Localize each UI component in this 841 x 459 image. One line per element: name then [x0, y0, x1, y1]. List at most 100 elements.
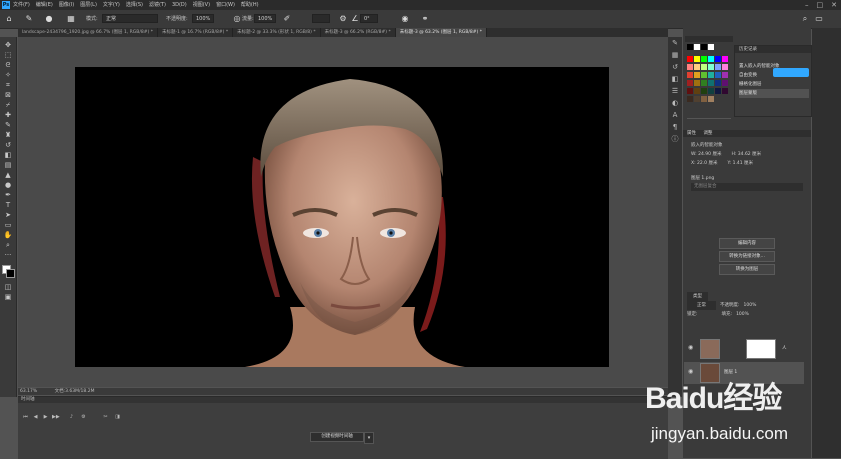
prev-frame-icon[interactable]: ◀ — [32, 414, 39, 420]
close-icon[interactable]: ✕ — [831, 1, 837, 9]
split-icon[interactable]: ✂ — [102, 414, 109, 420]
crop-tool-icon[interactable]: ⌗ — [3, 81, 13, 90]
screen-mode-icon[interactable]: ▣ — [3, 293, 13, 302]
quick-mask-icon[interactable]: ◫ — [3, 283, 13, 292]
angle-input[interactable]: 0° — [360, 14, 378, 23]
layer-row-selected[interactable]: ◉ 图层 1 — [684, 362, 804, 384]
background-color-swatch[interactable] — [6, 269, 15, 278]
blend-mode-select[interactable]: 正常 — [687, 301, 716, 310]
height-readout[interactable]: H: 34.62 厘米 — [731, 150, 761, 159]
properties-icon[interactable]: ☰ — [670, 87, 680, 96]
home-icon[interactable]: ⌂ — [4, 14, 14, 24]
gradient-tool-icon[interactable]: ▤ — [3, 161, 13, 170]
layer-name[interactable]: 人 — [782, 338, 787, 360]
path-select-tool-icon[interactable]: ➤ — [3, 211, 13, 220]
chevron-down-icon[interactable]: ▾ — [364, 432, 374, 444]
flow-input[interactable]: 100% — [254, 14, 276, 23]
brush-tool-icon[interactable]: ✎ — [3, 121, 13, 130]
fill-input[interactable]: 100% — [736, 310, 749, 319]
first-frame-icon[interactable]: ⏮ — [22, 414, 29, 420]
layer-comp-select[interactable]: 无图层复合 — [691, 183, 803, 191]
hand-tool-icon[interactable]: ✋ — [3, 231, 13, 240]
kind-filter[interactable]: 类型 — [687, 292, 708, 301]
pressure-opacity-icon[interactable]: ◎ — [232, 14, 242, 24]
tab-properties[interactable]: 属性 — [687, 131, 696, 136]
move-tool-icon[interactable]: ✥ — [3, 41, 13, 50]
workspace-icon[interactable]: ▭ — [814, 14, 824, 24]
tab-landscape[interactable]: landscape-2434796_1920.jpg @ 66.7% (图层 1… — [18, 28, 158, 37]
zoom-tool-icon[interactable]: ⌕ — [3, 241, 13, 250]
gear-icon[interactable]: ⚙ — [338, 14, 348, 24]
brush-settings-icon[interactable]: ✎ — [670, 39, 680, 48]
layer-opacity-input[interactable]: 100% — [744, 301, 757, 310]
brush-preset-icon[interactable]: ● — [44, 14, 54, 24]
width-readout[interactable]: W: 24.90 厘米 — [691, 150, 721, 159]
settings-icon[interactable]: ⚙ — [80, 414, 87, 420]
airbrush-icon[interactable]: ✐ — [282, 14, 292, 24]
convert-to-linked-button[interactable]: 转换为链接对象... — [719, 251, 775, 262]
menu-3d[interactable]: 3D(D) — [172, 1, 187, 9]
history-icon[interactable]: ↺ — [670, 63, 680, 72]
opacity-input[interactable]: 100% — [192, 14, 214, 23]
menu-edit[interactable]: 编辑(E) — [36, 1, 53, 9]
symmetry-icon[interactable]: ⚭ — [420, 14, 430, 24]
menu-image[interactable]: 图像(I) — [59, 1, 74, 9]
tab-adjustments[interactable]: 调整 — [703, 131, 712, 136]
blur-tool-icon[interactable]: ▲ — [3, 171, 13, 180]
marquee-tool-icon[interactable]: ⬚ — [3, 51, 13, 60]
dodge-tool-icon[interactable]: ● — [3, 181, 13, 190]
audio-icon[interactable]: ♪ — [68, 414, 75, 420]
tab-untitled-3a[interactable]: 未标题-3 @ 66.2% (RGB/8#) * — [321, 28, 396, 37]
layer-mask-thumbnail[interactable] — [746, 339, 776, 359]
swatches-grid[interactable] — [685, 36, 733, 126]
history-item-selected[interactable]: 图层蒙版 — [739, 89, 809, 98]
minimize-icon[interactable]: – — [805, 1, 809, 9]
more-tools-icon[interactable]: ··· — [3, 251, 13, 260]
lasso-tool-icon[interactable]: ᘓ — [3, 61, 13, 70]
menu-window[interactable]: 窗口(W) — [216, 1, 235, 9]
maximize-icon[interactable]: □ — [817, 1, 824, 9]
menu-view[interactable]: 视图(V) — [193, 1, 210, 9]
document-canvas[interactable] — [75, 67, 609, 367]
quick-select-tool-icon[interactable]: ✧ — [3, 71, 13, 80]
pen-tool-icon[interactable]: ✒ — [3, 191, 13, 200]
menu-type[interactable]: 文字(Y) — [103, 1, 120, 9]
type-tool-icon[interactable]: T — [3, 201, 13, 210]
brush-tool-icon[interactable]: ✎ — [24, 14, 34, 24]
history-item[interactable]: 栅格化图层 — [739, 80, 762, 89]
history-brush-tool-icon[interactable]: ↺ — [3, 141, 13, 150]
eyedropper-tool-icon[interactable]: ⌿ — [3, 101, 13, 110]
eraser-tool-icon[interactable]: ◧ — [3, 151, 13, 160]
tab-untitled-2[interactable]: 未标题-2 @ 33.3% (形状 1, RGB/8) * — [233, 28, 321, 37]
brush-panel-icon[interactable]: ▦ — [66, 14, 76, 24]
swatches-icon[interactable]: ▦ — [670, 51, 680, 60]
tab-untitled-1[interactable]: 未标题-1 @ 16.7% (RGB/8#) * — [158, 28, 234, 37]
next-frame-icon[interactable]: ▶▶ — [52, 414, 60, 420]
layer-name[interactable]: 图层 1 — [724, 362, 737, 384]
mode-select[interactable]: 正常 — [102, 14, 158, 23]
zoom-readout[interactable]: 63.17% — [20, 389, 37, 394]
menu-filter[interactable]: 滤镜(T) — [149, 1, 166, 9]
create-video-timeline-button[interactable]: 创建视频时间轴 — [310, 432, 364, 442]
menu-file[interactable]: 文件(F) — [13, 1, 30, 9]
convert-to-layer-button[interactable]: 转换为图层 — [719, 264, 775, 275]
search-icon[interactable]: ⌕ — [800, 14, 810, 24]
edit-contents-button[interactable]: 编辑内容 — [719, 238, 775, 249]
smoothing-input[interactable] — [312, 14, 330, 23]
frame-tool-icon[interactable]: ⊠ — [3, 91, 13, 100]
transition-icon[interactable]: ◨ — [114, 414, 121, 420]
menu-select[interactable]: 选择(S) — [126, 1, 143, 9]
adjustments-icon[interactable]: ◐ — [670, 99, 680, 108]
y-readout[interactable]: Y: 1.41 厘米 — [727, 159, 753, 168]
menu-layer[interactable]: 图层(L) — [80, 1, 97, 9]
stamp-tool-icon[interactable]: ♜ — [3, 131, 13, 140]
info-icon[interactable]: ⓘ — [670, 135, 680, 144]
eye-icon[interactable]: ◉ — [688, 344, 693, 351]
menu-help[interactable]: 帮助(H) — [241, 1, 259, 9]
x-readout[interactable]: X: 22.0 厘米 — [691, 159, 717, 168]
play-icon[interactable]: ▶ — [42, 414, 49, 420]
paragraph-icon[interactable]: ¶ — [670, 123, 680, 132]
tab-untitled-3-active[interactable]: 未标题-3 @ 63.2% (图层 1, RGB/8#) * — [395, 28, 487, 37]
character-icon[interactable]: A — [670, 111, 680, 120]
pressure-size-icon[interactable]: ◉ — [400, 14, 410, 24]
